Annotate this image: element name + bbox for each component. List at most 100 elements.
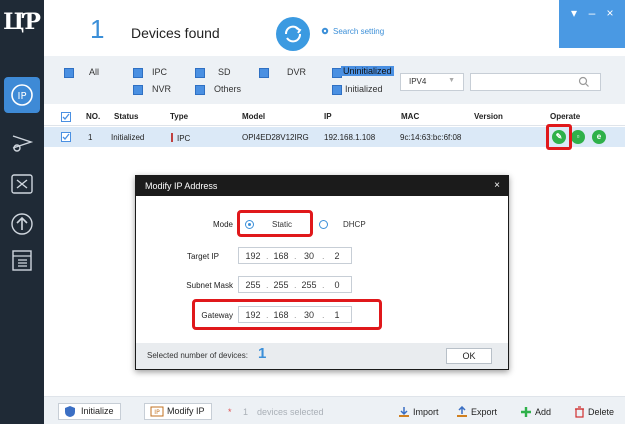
sidebar: ЦƤ IP — [0, 0, 44, 424]
filter-initialized-checkbox[interactable] — [332, 85, 342, 95]
ip-dot: . — [322, 251, 325, 261]
cell-status: Initialized — [111, 133, 145, 142]
table-header: NO. Status Type Model IP MAC Version Ope… — [44, 108, 625, 126]
filter-uninitialized-label: Uninitialized — [341, 66, 394, 76]
shield-icon — [65, 406, 75, 417]
subnet-mask-field[interactable]: 255. 255. 255. 0 — [238, 276, 352, 293]
row-checkbox[interactable] — [61, 132, 71, 142]
import-icon — [399, 407, 409, 417]
ip-version-value: IPV4 — [409, 77, 427, 86]
update-icon[interactable] — [8, 210, 36, 238]
ip-octet: 168 — [273, 251, 289, 261]
ip-config-icon[interactable]: IP — [4, 77, 40, 113]
ok-button[interactable]: OK — [446, 348, 492, 364]
table-row[interactable]: 1 Initialized IPC OPI4ED28V12IRG 192.168… — [44, 127, 625, 147]
modify-ip-dialog: Modify IP Address × Mode Static DHCP Tar… — [135, 175, 509, 370]
ip-version-select[interactable]: IPV4 ▼ — [400, 73, 464, 91]
ip-octet: 255 — [301, 280, 317, 290]
target-ip-label: Target IP — [186, 252, 219, 261]
app-logo-icon: ЦƤ — [3, 9, 41, 35]
add-label: Add — [535, 407, 552, 417]
filter-nvr-checkbox[interactable] — [133, 85, 143, 95]
cell-type: IPC — [171, 133, 190, 143]
filter-initialized-label: Initialized — [345, 84, 383, 94]
add-button[interactable]: Add — [520, 406, 551, 418]
selected-devices-count: 1 — [258, 345, 267, 362]
window-controls: ▾ – × — [559, 0, 625, 48]
filter-others-checkbox[interactable] — [195, 85, 205, 95]
dialog-header: Modify IP Address × — [136, 176, 508, 196]
edit-highlight-box — [546, 124, 572, 150]
device-count: 1 — [90, 14, 105, 44]
cell-type-value: IPC — [177, 134, 191, 143]
close-icon[interactable]: × — [494, 180, 500, 191]
col-no[interactable]: NO. — [86, 112, 100, 121]
export-label: Export — [471, 407, 498, 417]
selected-devices-label: Selected number of devices: — [147, 351, 248, 360]
filter-dvr-checkbox[interactable] — [259, 68, 269, 78]
ip-octet: 0 — [334, 280, 340, 290]
upgrade-icon[interactable] — [8, 128, 36, 156]
ip-octet: 30 — [303, 251, 314, 261]
filter-sd-label: SD — [218, 67, 231, 77]
doc-icon[interactable] — [8, 246, 36, 274]
ip-dot: . — [294, 280, 297, 290]
filter-others-label: Others — [214, 84, 242, 94]
col-status[interactable]: Status — [114, 112, 138, 121]
search-icon[interactable] — [578, 75, 590, 89]
ip-dot: . — [266, 280, 269, 290]
subnet-mask-label: Subnet Mask — [186, 281, 233, 290]
web-icon[interactable]: ▫ — [571, 130, 585, 144]
cell-model: OPI4ED28V12IRG — [242, 133, 309, 142]
bottom-toolbar: Initialize IP Modify IP * 1 devices sele… — [44, 396, 625, 424]
col-version[interactable]: Version — [474, 112, 503, 121]
filter-all-label: All — [89, 67, 100, 77]
select-all-checkbox[interactable] — [61, 112, 71, 122]
ip-dot: . — [322, 280, 325, 290]
col-mac[interactable]: MAC — [401, 112, 419, 121]
tools-icon[interactable] — [8, 170, 36, 198]
initialize-button[interactable]: Initialize — [58, 403, 121, 420]
col-model[interactable]: Model — [242, 112, 265, 121]
chevron-down-icon: ▼ — [448, 77, 455, 84]
gateway-highlight-box — [192, 299, 382, 330]
modify-ip-label: Modify IP — [167, 406, 205, 416]
filter-sd-checkbox[interactable] — [195, 68, 205, 78]
svg-text:IP: IP — [154, 409, 160, 416]
ip-dot: . — [294, 251, 297, 261]
filter-all-checkbox[interactable] — [64, 68, 74, 78]
mode-highlight-box — [237, 210, 313, 237]
info-icon[interactable]: e — [592, 130, 606, 144]
ip-dot: . — [266, 251, 269, 261]
refresh-button[interactable] — [276, 17, 310, 51]
search-setting-link[interactable]: Search setting — [320, 26, 384, 36]
filter-ipc-checkbox[interactable] — [133, 68, 143, 78]
delete-label: Delete — [588, 407, 615, 417]
close-window-button[interactable]: × — [603, 6, 617, 20]
filter-bar: All IPC NVR SD Others DVR Uninitialized … — [44, 56, 625, 104]
col-type[interactable]: Type — [170, 112, 188, 121]
search-box — [470, 73, 601, 91]
modify-ip-button[interactable]: IP Modify IP — [144, 403, 212, 420]
type-marker — [171, 133, 173, 142]
filter-ipc-label: IPC — [152, 67, 168, 77]
search-setting-label: Search setting — [333, 26, 385, 36]
export-button[interactable]: Export — [456, 406, 497, 418]
col-ip[interactable]: IP — [324, 112, 332, 121]
cell-no: 1 — [88, 133, 93, 142]
menu-icon[interactable]: ▾ — [567, 6, 581, 20]
search-input[interactable] — [475, 74, 575, 89]
import-button[interactable]: Import — [398, 406, 439, 418]
cell-ip: 192.168.1.108 — [324, 133, 376, 142]
ip-octet: 192 — [245, 251, 261, 261]
selected-star: * — [228, 407, 232, 417]
gear-icon — [321, 27, 329, 35]
modify-ip-icon: IP — [150, 406, 164, 417]
target-ip-field[interactable]: 192. 168. 30. 2 — [238, 247, 352, 264]
initialize-label: Initialize — [81, 406, 114, 416]
minimize-button[interactable]: – — [585, 6, 599, 20]
dhcp-radio[interactable] — [319, 220, 328, 229]
delete-button[interactable]: Delete — [574, 406, 614, 418]
ip-octet: 2 — [334, 251, 340, 261]
export-icon — [457, 406, 467, 417]
